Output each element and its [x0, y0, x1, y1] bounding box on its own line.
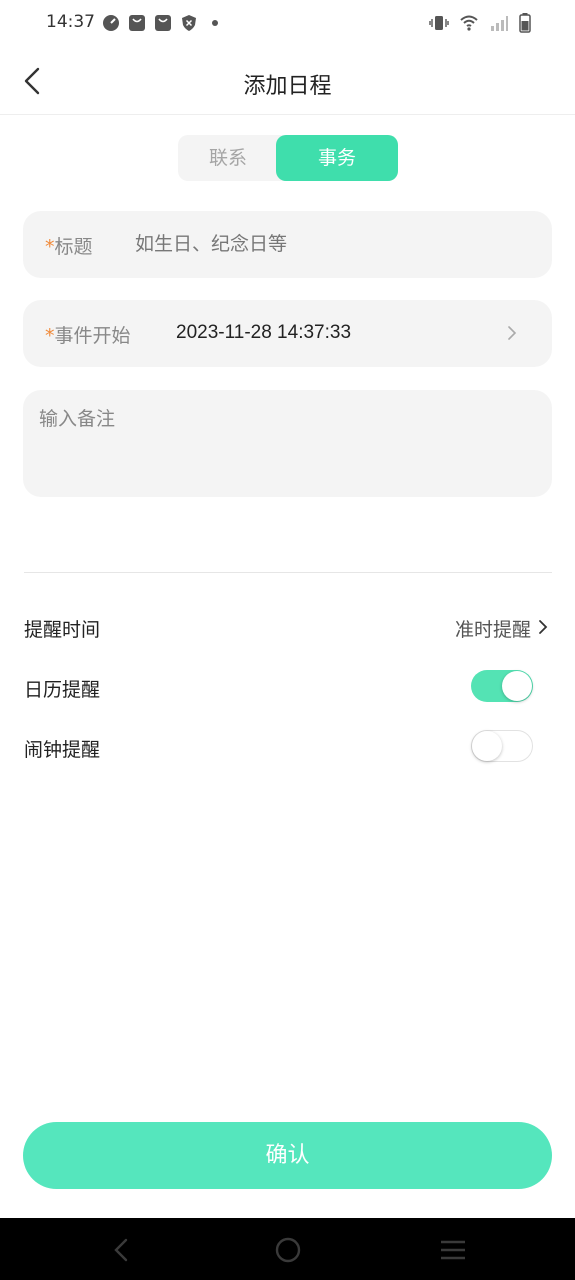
note-field-row [23, 390, 552, 497]
required-mark: * [45, 325, 55, 347]
start-label-text: 事件开始 [54, 325, 131, 347]
confirm-button[interactable]: 确认 [23, 1122, 552, 1189]
title-label: *标题 [45, 232, 93, 259]
header: 添加日程 [0, 48, 575, 115]
shopping-bag-icon-2 [155, 15, 171, 31]
battery-icon [519, 13, 531, 33]
nav-back-icon[interactable] [108, 1236, 136, 1264]
notification-icons [102, 14, 224, 32]
remind-time-value[interactable]: 准时提醒 [455, 615, 531, 642]
nav-home-icon[interactable] [274, 1236, 302, 1264]
start-label: *事件开始 [45, 321, 131, 348]
system-nav-bar [0, 1218, 575, 1280]
toggle-knob [502, 671, 532, 701]
start-time-value: 2023-11-28 14:37:33 [176, 322, 352, 343]
type-segment: 联系 事务 [178, 135, 398, 181]
shield-icon [182, 15, 196, 31]
start-time-row[interactable]: *事件开始 2023-11-28 14:37:33 [23, 300, 552, 367]
alarm-remind-toggle[interactable] [471, 730, 533, 762]
system-icons [429, 13, 531, 33]
calendar-remind-label: 日历提醒 [24, 679, 101, 701]
dot-icon [212, 20, 218, 26]
remind-time-label: 提醒时间 [24, 619, 101, 641]
signal-icon [491, 16, 508, 31]
speedometer-icon [103, 15, 119, 31]
required-mark: * [45, 236, 55, 258]
calendar-remind-toggle[interactable] [471, 670, 533, 702]
tab-contact[interactable]: 联系 [178, 135, 278, 181]
page-title: 添加日程 [243, 74, 332, 99]
toggle-knob [472, 731, 502, 761]
wifi-icon [460, 15, 478, 31]
shopping-bag-icon [129, 15, 145, 31]
divider [24, 572, 552, 573]
tab-affair[interactable]: 事务 [276, 135, 398, 181]
status-bar: 14:37 [0, 0, 575, 48]
title-label-text: 标题 [54, 236, 93, 258]
chevron-right-icon [508, 326, 517, 340]
title-input[interactable] [135, 225, 535, 263]
alarm-remind-label: 闹钟提醒 [24, 739, 101, 761]
vibrate-icon [429, 16, 449, 30]
title-field-row: *标题 [23, 211, 552, 278]
note-input[interactable] [39, 404, 536, 484]
nav-menu-icon[interactable] [439, 1236, 467, 1264]
status-time: 14:37 [46, 12, 95, 32]
chevron-right-icon[interactable] [537, 618, 549, 636]
